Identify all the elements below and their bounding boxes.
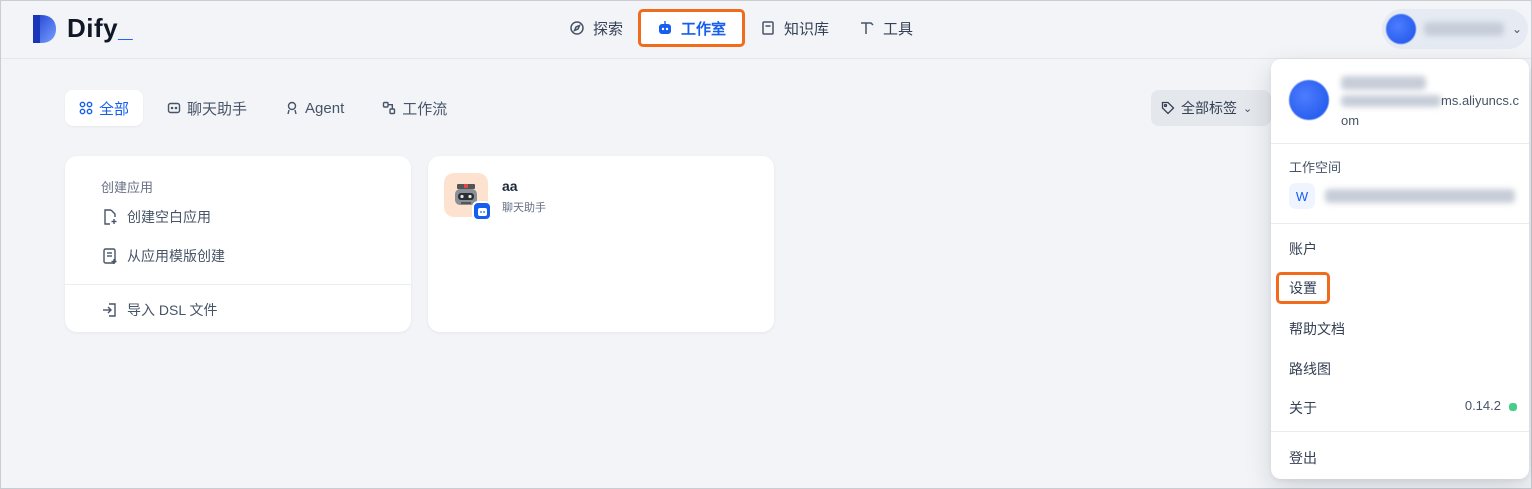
grid-icon — [79, 101, 93, 115]
divider — [1271, 143, 1529, 144]
main-nav: 探索 工作室 知识库 工具 — [557, 9, 925, 47]
file-plus-icon — [104, 209, 117, 225]
tab-all-label: 全部 — [99, 100, 130, 118]
app-name: aa — [502, 178, 518, 194]
top-bar: Dify_ 探索 工作室 知识库 工具 ⌄ — [1, 1, 1531, 59]
nav-tools-label: 工具 — [883, 20, 914, 38]
template-icon — [103, 248, 117, 264]
user-name-redacted — [1341, 76, 1426, 90]
status-dot — [1509, 403, 1517, 411]
user-menu-button[interactable]: ⌄ — [1382, 9, 1528, 49]
tag-filter-label: 全部标签 — [1181, 100, 1237, 116]
nav-explore-label: 探索 — [593, 20, 624, 38]
menu-roadmap[interactable]: 路线图 — [1289, 359, 1331, 379]
brand-name: Dify_ — [67, 13, 134, 43]
dify-logo[interactable]: Dify_ — [31, 13, 133, 44]
account-dropdown: ms.aliyuncs.com 工作空间 W 账户 设置 帮助文档 路线图 关于… — [1271, 59, 1529, 479]
nav-studio[interactable]: 工作室 — [638, 9, 746, 47]
nav-tools[interactable]: 工具 — [847, 11, 925, 45]
app-type: 聊天助手 — [502, 202, 546, 214]
import-icon — [103, 303, 116, 317]
menu-account[interactable]: 账户 — [1289, 239, 1317, 259]
tab-agent[interactable]: Agent — [271, 90, 358, 126]
create-blank-label: 创建空白应用 — [127, 209, 211, 225]
tab-workflow[interactable]: 工作流 — [368, 90, 461, 126]
nav-knowledge-label: 知识库 — [784, 20, 830, 38]
import-dsl-label: 导入 DSL 文件 — [127, 302, 218, 318]
workflow-icon — [383, 101, 396, 115]
import-dsl-button[interactable]: 导入 DSL 文件 — [101, 300, 218, 320]
nav-knowledge[interactable]: 知识库 — [748, 11, 841, 45]
menu-help-docs[interactable]: 帮助文档 — [1289, 319, 1345, 339]
menu-settings[interactable]: 设置 — [1276, 272, 1330, 304]
avatar — [1289, 80, 1329, 120]
book-icon — [762, 21, 774, 35]
workspace-selector[interactable]: W — [1289, 183, 1515, 209]
chat-bot-icon — [167, 102, 181, 114]
tab-chat-label: 聊天助手 — [187, 100, 248, 118]
chevron-down-icon: ⌄ — [1243, 102, 1253, 115]
tab-all[interactable]: 全部 — [65, 90, 144, 126]
chat-bot-badge-icon — [472, 201, 492, 221]
avatar — [1386, 14, 1416, 44]
create-template-label: 从应用模版创建 — [127, 248, 225, 264]
workspace-name-redacted — [1325, 189, 1515, 203]
nav-explore[interactable]: 探索 — [557, 11, 635, 45]
chevron-down-icon: ⌄ — [1511, 22, 1522, 36]
divider — [1271, 223, 1529, 224]
tab-workflow-label: 工作流 — [402, 100, 448, 118]
user-email: ms.aliyuncs.com — [1341, 93, 1520, 128]
workspace-badge: W — [1289, 183, 1315, 209]
create-app-title: 创建应用 — [101, 180, 154, 195]
tab-chat[interactable]: 聊天助手 — [153, 90, 261, 126]
tag-icon — [1161, 101, 1175, 115]
nav-studio-label: 工作室 — [681, 20, 727, 38]
menu-logout[interactable]: 登出 — [1289, 448, 1317, 468]
workspace-section-label: 工作空间 — [1289, 160, 1342, 175]
app-type-tabs: 全部 聊天助手 Agent 工作流 — [65, 90, 461, 126]
create-blank-app-button[interactable]: 创建空白应用 — [101, 207, 211, 227]
tab-agent-label: Agent — [305, 99, 345, 117]
robot-icon — [659, 21, 672, 34]
compass-icon — [570, 21, 584, 35]
hammer-icon — [861, 22, 874, 34]
divider — [1271, 431, 1529, 432]
create-app-card: 创建应用 创建空白应用 从应用模版创建 导入 DSL 文件 — [65, 156, 411, 332]
tag-filter-select[interactable]: 全部标签 ⌄ — [1151, 90, 1271, 126]
user-name-redacted — [1423, 22, 1504, 36]
agent-icon — [287, 101, 297, 115]
create-from-template-button[interactable]: 从应用模版创建 — [101, 246, 225, 266]
dify-logo-icon — [31, 14, 57, 44]
version-label: 0.14.2 — [1464, 398, 1501, 413]
menu-about[interactable]: 关于 — [1289, 398, 1317, 418]
divider — [65, 284, 411, 285]
app-card[interactable]: aa 聊天助手 — [428, 156, 774, 332]
